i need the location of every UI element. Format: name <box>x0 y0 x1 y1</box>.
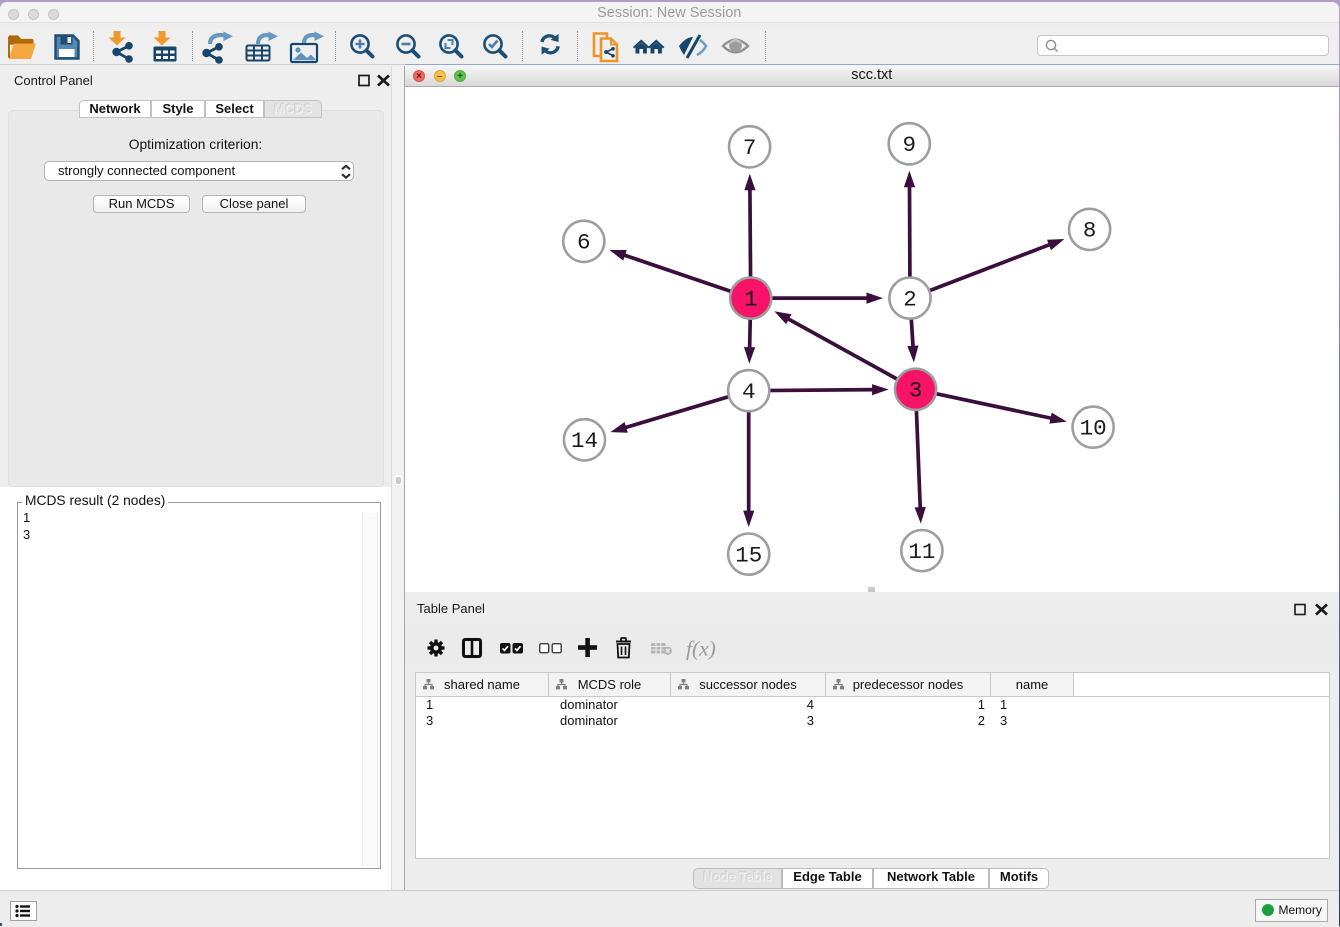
svg-text:f(x): f(x) <box>686 637 716 661</box>
svg-text:3: 3 <box>909 378 923 404</box>
svg-text:15: 15 <box>735 542 762 568</box>
svg-text:10: 10 <box>1080 415 1107 441</box>
svg-text:11: 11 <box>908 539 935 565</box>
svg-text:2: 2 <box>903 286 917 312</box>
svg-text:8: 8 <box>1083 218 1097 244</box>
svg-text:6: 6 <box>577 230 591 256</box>
svg-text:1: 1 <box>744 286 758 312</box>
svg-text:4: 4 <box>742 379 756 405</box>
svg-text:7: 7 <box>743 135 757 161</box>
svg-text:14: 14 <box>571 428 598 454</box>
svg-text:9: 9 <box>903 132 917 158</box>
